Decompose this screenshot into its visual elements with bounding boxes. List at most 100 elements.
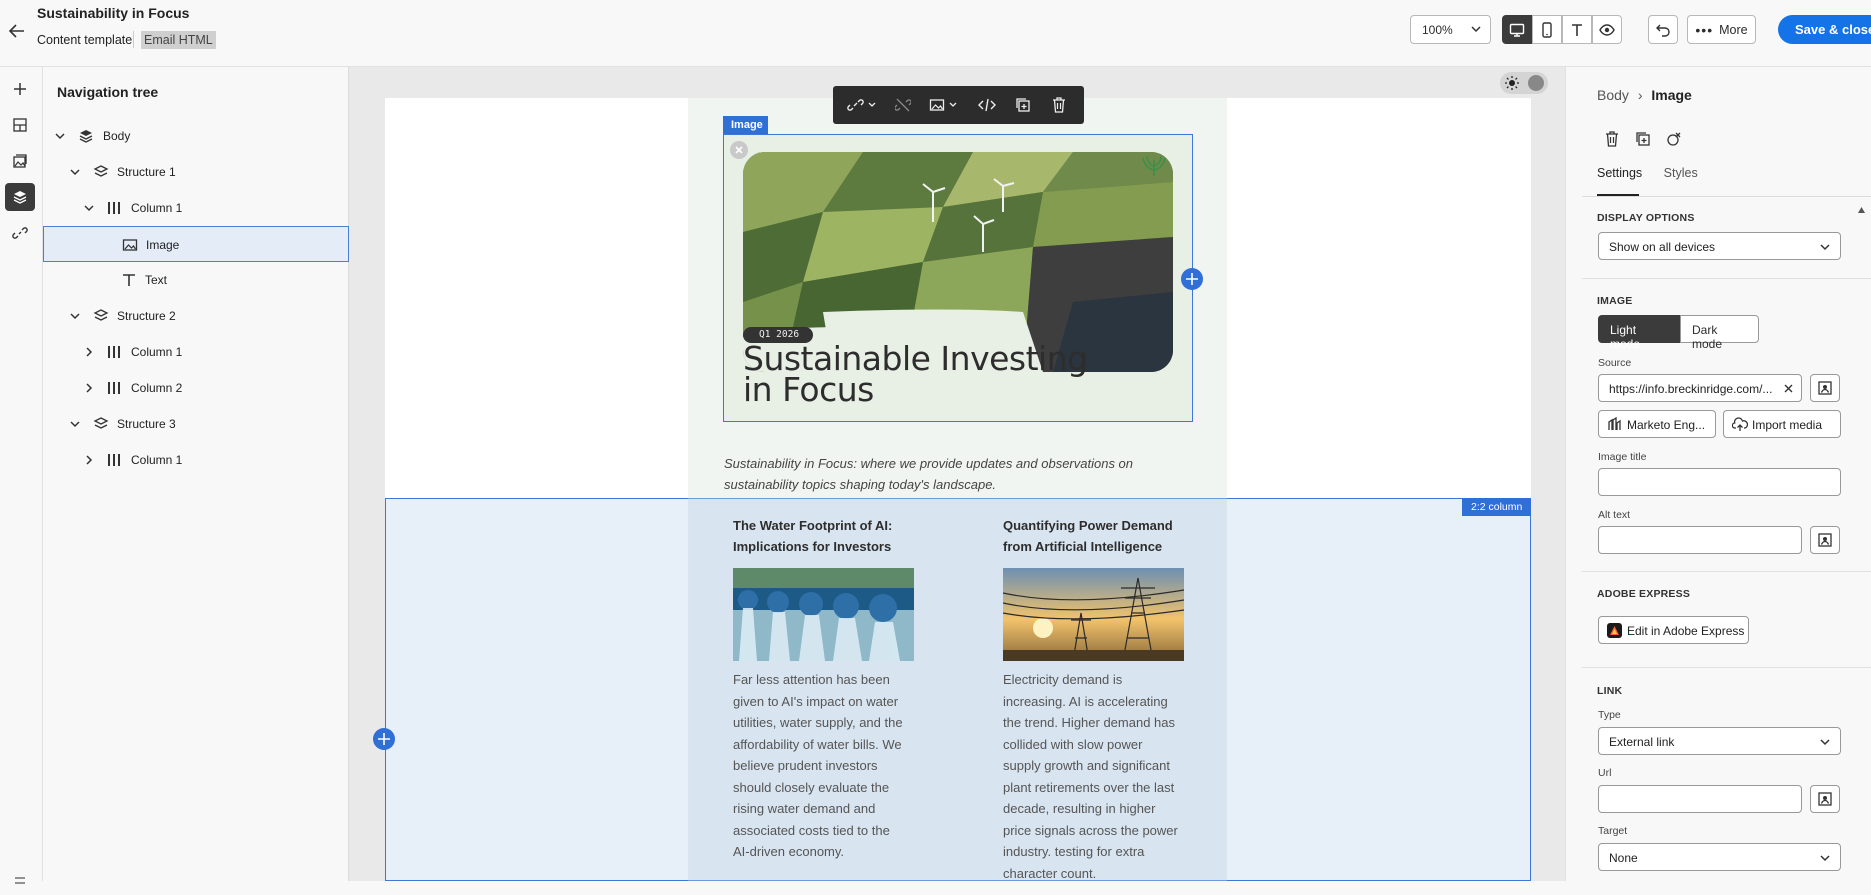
tree-node-structure-1[interactable]: Structure 1	[43, 154, 349, 190]
hero-title-line-2: in Focus	[743, 370, 874, 409]
canvas-scrollbar[interactable]	[1548, 70, 1554, 881]
navigation-tree-title: Navigation tree	[57, 84, 159, 100]
chevron-down-icon[interactable]	[69, 418, 81, 430]
image-title-input[interactable]	[1598, 468, 1841, 496]
unlink-icon[interactable]	[893, 95, 913, 115]
article-image-power-lines[interactable]	[1003, 568, 1184, 661]
article-line: increasing. AI is accelerating	[1003, 693, 1168, 709]
add-element-left-button[interactable]	[373, 728, 395, 750]
tree-node-structure-3[interactable]: Structure 3	[43, 406, 349, 442]
chevron-down-icon[interactable]	[83, 202, 95, 214]
tab-styles[interactable]: Styles	[1664, 166, 1698, 180]
import-media-button[interactable]: Import media	[1723, 410, 1841, 438]
link-heading: LINK	[1597, 685, 1623, 697]
undo-icon	[1656, 24, 1670, 37]
clear-icon[interactable]	[1784, 384, 1793, 393]
target-select[interactable]: None	[1598, 843, 1841, 871]
duplicate-icon[interactable]	[1013, 95, 1033, 115]
chevron-down-icon[interactable]	[54, 130, 66, 142]
tree-node-column-1[interactable]: Column 1	[43, 442, 349, 478]
tree-node-column-1[interactable]: Column 1	[43, 190, 349, 226]
zoom-value: 100%	[1422, 23, 1453, 37]
tab-settings[interactable]: Settings	[1597, 166, 1642, 180]
edit-in-adobe-express-button[interactable]: Edit in Adobe Express	[1598, 616, 1749, 644]
article-line: affordability of water bills. We	[733, 736, 902, 752]
undo-button[interactable]	[1648, 15, 1678, 44]
add-icon[interactable]	[5, 75, 35, 103]
article-line: Electricity demand is	[1003, 672, 1123, 687]
article-heading[interactable]: The Water Footprint of AI: Implications …	[733, 515, 913, 557]
link-dropdown-icon[interactable]	[847, 95, 877, 115]
fragments-icon[interactable]	[5, 111, 35, 139]
tree-node-label: Image	[146, 238, 180, 252]
structure-icon	[93, 417, 109, 429]
article-image-water-pipes[interactable]	[733, 568, 914, 661]
marketo-engage-button[interactable]: Marketo Eng...	[1598, 410, 1716, 438]
tree-node-body[interactable]: Body	[43, 118, 349, 154]
image-remove-icon[interactable]	[730, 141, 748, 159]
structure-tag: 2:2 column	[1462, 498, 1531, 516]
article-body-text[interactable]: Far less attention has been given to AI'…	[733, 669, 913, 863]
tree-node-text[interactable]: Text	[43, 262, 349, 298]
more-button[interactable]: ••• More	[1687, 15, 1756, 44]
url-personalize-button[interactable]	[1810, 785, 1840, 813]
tree-node-column-1[interactable]: Column 1	[43, 334, 349, 370]
duplicate-icon[interactable]	[1633, 129, 1653, 149]
divider	[133, 31, 134, 48]
article-body-text[interactable]: Electricity demand is increasing. AI is …	[1003, 669, 1183, 884]
url-input[interactable]	[1598, 785, 1802, 813]
link-type-select[interactable]: External link	[1598, 727, 1841, 755]
delete-icon[interactable]	[1049, 95, 1069, 115]
image-dropdown-icon[interactable]	[929, 95, 961, 115]
asset-picker-button[interactable]	[1810, 374, 1840, 402]
delete-icon[interactable]	[1602, 129, 1622, 149]
adobe-express-icon	[1607, 623, 1622, 638]
save-as-fragment-icon[interactable]	[1664, 129, 1684, 149]
source-input[interactable]: https://info.breckinridge.com/...	[1598, 374, 1802, 402]
chevron-down-icon[interactable]	[69, 310, 81, 322]
save-close-button[interactable]: Save & close	[1778, 15, 1871, 44]
alt-text-input[interactable]	[1598, 526, 1802, 554]
tree-node-column-2[interactable]: Column 2	[43, 370, 349, 406]
breadcrumb: Body › Image	[1597, 87, 1692, 103]
alt-personalize-button[interactable]	[1810, 526, 1840, 554]
column-icon	[108, 454, 120, 466]
chevron-down-icon[interactable]	[69, 166, 81, 178]
text-view-button[interactable]	[1562, 15, 1592, 44]
code-icon[interactable]	[977, 95, 997, 115]
zoom-select[interactable]: 100%	[1410, 15, 1491, 44]
chevron-right-icon[interactable]	[83, 454, 95, 466]
image-picker-icon	[1818, 381, 1832, 395]
desktop-view-button[interactable]	[1502, 15, 1532, 44]
assets-icon[interactable]	[5, 147, 35, 175]
preview-button[interactable]	[1592, 15, 1622, 44]
light-mode-button[interactable]: Light mode	[1598, 315, 1680, 351]
divider	[1582, 278, 1871, 279]
tree-node-structure-2[interactable]: Structure 2	[43, 298, 349, 334]
template-type-label: Content template	[37, 33, 133, 47]
panel-scrollbar[interactable]	[1858, 200, 1865, 881]
chevron-right-icon[interactable]	[83, 382, 95, 394]
tree-node-image[interactable]: Image	[43, 226, 349, 262]
tree-node-label: Column 2	[131, 381, 183, 395]
intro-text[interactable]: Sustainability in Focus: where we provid…	[724, 453, 1154, 495]
dark-mode-toggle[interactable]	[1500, 72, 1548, 94]
source-label: Source	[1598, 357, 1632, 369]
navigation-tree-panel: Navigation tree Body Structure 1 Column …	[43, 67, 349, 881]
mobile-view-button[interactable]	[1532, 15, 1562, 44]
layers-icon	[79, 130, 93, 143]
add-element-right-button[interactable]	[1181, 268, 1203, 290]
display-options-select[interactable]: Show on all devices	[1598, 232, 1841, 260]
dark-mode-button[interactable]: Dark mode	[1680, 315, 1759, 351]
article-heading[interactable]: Quantifying Power Demand from Artificial…	[1003, 515, 1183, 557]
sun-icon	[1505, 76, 1519, 90]
adobe-express-heading: ADOBE EXPRESS	[1597, 588, 1691, 600]
back-arrow-icon[interactable]	[4, 18, 30, 44]
chevron-right-icon[interactable]	[83, 346, 95, 358]
collapse-rail-icon[interactable]	[5, 867, 35, 895]
breadcrumb-parent[interactable]: Body	[1597, 87, 1629, 103]
layers-icon[interactable]	[5, 183, 35, 211]
link-icon[interactable]	[5, 219, 35, 247]
upload-cloud-icon	[1732, 417, 1748, 431]
source-value: https://info.breckinridge.com/...	[1609, 382, 1773, 396]
